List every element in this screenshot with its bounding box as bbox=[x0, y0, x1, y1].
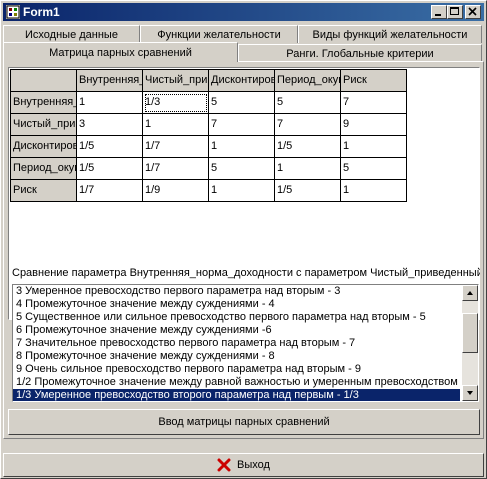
list-item[interactable]: 7 Значительное превосходство первого пар… bbox=[13, 337, 460, 350]
table-row: Период_окупаемости 1/5 1/7 5 1 5 bbox=[10, 157, 407, 180]
main-window: Form1 Исходные данные Функции желательно… bbox=[0, 0, 487, 479]
grid-cell[interactable]: 5 bbox=[274, 91, 341, 114]
grid-cell[interactable]: 1/7 bbox=[142, 157, 209, 180]
table-row: Внутренняя_норма_доходности 1 1/3 5 5 7 bbox=[10, 91, 407, 114]
title-bar: Form1 bbox=[3, 3, 484, 21]
list-item[interactable]: 9 Очень сильное превосходство первого па… bbox=[13, 363, 460, 376]
enter-matrix-button[interactable]: Ввод матрицы парных сравнений bbox=[8, 409, 480, 435]
grid-cell-selected[interactable]: 1/3 bbox=[142, 91, 209, 114]
maximize-icon bbox=[450, 7, 459, 15]
close-window-button[interactable] bbox=[465, 5, 481, 19]
tab-desirability-function-types[interactable]: Виды функций желательности bbox=[298, 25, 482, 43]
exit-button-label: Выход bbox=[237, 459, 270, 472]
table-row: Дисконтированный 1/5 1/7 1 1/5 1 bbox=[10, 135, 407, 158]
tab-desirability-functions[interactable]: Функции желательности bbox=[140, 25, 298, 43]
tab-initial-data[interactable]: Исходные данные bbox=[3, 25, 140, 43]
grid-cell[interactable]: 5 bbox=[208, 91, 275, 114]
scroll-thumb[interactable] bbox=[462, 313, 478, 353]
arrow-up-icon bbox=[467, 291, 473, 295]
grid-corner-cell bbox=[10, 69, 77, 92]
listbox-scrollbar[interactable] bbox=[462, 285, 478, 401]
red-x-icon bbox=[217, 458, 231, 472]
grid-cell[interactable]: 1 bbox=[274, 157, 341, 180]
column-header: Период_окупаемости bbox=[274, 69, 341, 92]
grid-cell[interactable]: 1 bbox=[340, 135, 407, 158]
tab-ranks-global-criteria[interactable]: Ранги. Глобальные критерии bbox=[238, 44, 482, 62]
grid-cell[interactable]: 3 bbox=[76, 113, 143, 136]
grid-cell[interactable]: 1 bbox=[142, 113, 209, 136]
window-title: Form1 bbox=[23, 5, 60, 19]
grid-cell[interactable]: 5 bbox=[208, 157, 275, 180]
grid-cell[interactable]: 1/5 bbox=[274, 179, 341, 202]
comparison-label: Сравнение параметра Внутренняя_норма_дох… bbox=[12, 267, 480, 279]
grid-cell[interactable]: 1 bbox=[208, 135, 275, 158]
scale-listbox[interactable]: 3 Умеренное превосходство первого параме… bbox=[12, 284, 479, 402]
grid-cell[interactable]: 1/5 bbox=[76, 135, 143, 158]
scroll-up-button[interactable] bbox=[462, 285, 478, 301]
list-item[interactable]: 5 Существенное или сильное превосходство… bbox=[13, 311, 460, 324]
arrow-down-icon bbox=[467, 391, 473, 395]
column-header: Внутренняя_норма_доходности bbox=[76, 69, 143, 92]
column-header: Чистый_приведенный bbox=[142, 69, 209, 92]
list-item-selected[interactable]: 1/3 Умеренное превосходство второго пара… bbox=[13, 389, 460, 401]
row-header: Период_окупаемости bbox=[10, 157, 77, 180]
row-header: Риск bbox=[10, 179, 77, 202]
pairwise-matrix-grid[interactable]: Внутренняя_норма_доходности Чистый_приве… bbox=[8, 67, 480, 320]
row-header: Внутренняя_норма_доходности bbox=[10, 91, 77, 114]
minimize-icon bbox=[435, 14, 441, 16]
list-item[interactable]: 3 Умеренное превосходство первого параме… bbox=[13, 285, 460, 298]
maximize-button[interactable] bbox=[447, 5, 463, 19]
grid-cell[interactable]: 1/5 bbox=[274, 135, 341, 158]
app-icon bbox=[6, 5, 20, 19]
row-header: Дисконтированный bbox=[10, 135, 77, 158]
column-header: Дисконтированный bbox=[208, 69, 275, 92]
close-icon bbox=[468, 7, 477, 16]
exit-button[interactable]: Выход bbox=[3, 453, 484, 477]
grid-cell[interactable]: 1/7 bbox=[76, 179, 143, 202]
row-header: Чистый_приведенный bbox=[10, 113, 77, 136]
grid-cell[interactable]: 5 bbox=[340, 157, 407, 180]
tab-pairwise-matrix[interactable]: Матрица парных сравнений bbox=[3, 42, 238, 62]
minimize-button[interactable] bbox=[431, 5, 447, 19]
scroll-down-button[interactable] bbox=[462, 385, 478, 401]
grid-cell[interactable]: 1/9 bbox=[142, 179, 209, 202]
grid-header-row: Внутренняя_норма_доходности Чистый_приве… bbox=[10, 69, 407, 92]
list-item[interactable]: 8 Промежуточное значение между суждениям… bbox=[13, 350, 460, 363]
table-row: Чистый_приведенный 3 1 7 7 9 bbox=[10, 113, 407, 136]
grid-cell[interactable]: 1/5 bbox=[76, 157, 143, 180]
list-item[interactable]: 6 Промежуточное значение между суждениям… bbox=[13, 324, 460, 337]
grid-cell[interactable]: 7 bbox=[274, 113, 341, 136]
grid-cell[interactable]: 9 bbox=[340, 113, 407, 136]
list-item[interactable]: 1/2 Промежуточное значение между равной … bbox=[13, 376, 460, 389]
table-row: Риск 1/7 1/9 1 1/5 1 bbox=[10, 179, 407, 202]
grid-cell[interactable]: 1/7 bbox=[142, 135, 209, 158]
grid-cell[interactable]: 7 bbox=[340, 91, 407, 114]
column-header: Риск bbox=[340, 69, 407, 92]
grid-cell[interactable]: 1 bbox=[208, 179, 275, 202]
grid-cell[interactable]: 7 bbox=[208, 113, 275, 136]
grid-cell[interactable]: 1 bbox=[76, 91, 143, 114]
tab-panel: Внутренняя_норма_доходности Чистый_приве… bbox=[3, 61, 484, 439]
grid-cell[interactable]: 1 bbox=[340, 179, 407, 202]
list-item[interactable]: 4 Промежуточное значение между суждениям… bbox=[13, 298, 460, 311]
